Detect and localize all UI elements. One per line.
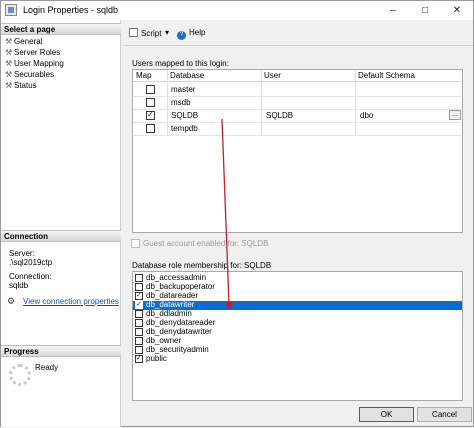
- map-checkbox[interactable]: [146, 110, 155, 120]
- column-default-schema[interactable]: Default Schema: [358, 71, 415, 80]
- server-label: Server:: [9, 249, 35, 258]
- role-membership-label: Database role membership for: SQLDB: [132, 261, 272, 270]
- connection-header: Connection: [1, 230, 121, 242]
- close-button[interactable]: ✕: [441, 1, 473, 20]
- help-icon: ?: [177, 31, 186, 40]
- column-database[interactable]: Database: [170, 71, 204, 80]
- progress-status: Ready: [35, 363, 59, 372]
- wrench-icon: ⚒: [5, 59, 13, 68]
- list-item[interactable]: db_denydatawriter: [133, 327, 462, 337]
- connection-value: sqldb: [9, 281, 29, 290]
- guest-account-checkbox: [131, 239, 140, 248]
- view-connection-properties-link[interactable]: View connection properties: [23, 297, 119, 306]
- database-cell: msdb: [171, 98, 191, 107]
- dialog-buttons: OK Cancel: [123, 399, 473, 427]
- script-button[interactable]: Script: [129, 28, 161, 38]
- page-user-mapping[interactable]: ⚒ User Mapping: [5, 59, 64, 70]
- connection-label: Connection:: [9, 272, 52, 281]
- role-checkbox[interactable]: [135, 274, 143, 282]
- select-page-header: Select a page: [1, 23, 121, 35]
- column-user[interactable]: User: [264, 71, 281, 80]
- list-item[interactable]: public: [133, 354, 462, 364]
- page-status[interactable]: ⚒ Status: [5, 81, 37, 92]
- database-cell: SQLDB: [171, 111, 199, 120]
- page-general[interactable]: ⚒ General: [5, 37, 42, 48]
- script-dropdown-icon[interactable]: ▾: [165, 28, 169, 37]
- role-membership-list: db_accessadmin db_backupoperator db_data…: [132, 271, 463, 401]
- window-title: Login Properties - sqldb: [23, 5, 119, 15]
- toolbar: Script ▾ ? Help: [123, 20, 473, 46]
- help-button[interactable]: ? Help: [177, 28, 205, 40]
- map-checkbox[interactable]: [146, 85, 155, 94]
- wrench-icon: ⚒: [5, 81, 13, 90]
- table-row[interactable]: master: [133, 83, 462, 96]
- column-map[interactable]: Map: [136, 71, 152, 80]
- wrench-icon: ⚒: [5, 48, 13, 57]
- title-bar: Login Properties - sqldb – □ ✕: [1, 1, 473, 20]
- grid-header: Map Database User Default Schema: [133, 70, 462, 82]
- cancel-button[interactable]: Cancel: [417, 407, 472, 422]
- login-properties-window: Login Properties - sqldb – □ ✕ Select a …: [0, 0, 474, 427]
- browse-schema-button[interactable]: ...: [449, 110, 461, 120]
- role-checkbox[interactable]: [135, 328, 143, 336]
- ok-button[interactable]: OK: [359, 407, 414, 422]
- table-row[interactable]: tempdb: [133, 122, 462, 135]
- list-item[interactable]: db_securityadmin: [133, 345, 462, 355]
- left-pane: Select a page ⚒ General ⚒ Server Roles ⚒ Us…: [1, 20, 121, 427]
- database-cell: tempdb: [171, 124, 198, 133]
- role-checkbox[interactable]: [135, 346, 143, 354]
- login-properties-icon: [5, 4, 17, 16]
- wrench-icon: ⚒: [5, 70, 13, 79]
- wrench-icon: ⚒: [5, 37, 13, 46]
- progress-header: Progress: [1, 345, 121, 357]
- role-checkbox[interactable]: [135, 291, 143, 301]
- map-checkbox[interactable]: [146, 98, 155, 107]
- default-schema-cell[interactable]: dbo: [360, 111, 373, 120]
- map-checkbox[interactable]: [146, 124, 155, 133]
- page-securables[interactable]: ⚒ Securables: [5, 70, 54, 81]
- role-checkbox[interactable]: [135, 337, 143, 345]
- table-row[interactable]: msdb: [133, 96, 462, 109]
- role-checkbox[interactable]: [135, 283, 143, 291]
- role-checkbox[interactable]: [135, 319, 143, 327]
- guest-account-label: Guest account enabled for: SQLDB: [143, 239, 269, 248]
- progress-spinner-icon: [9, 364, 31, 386]
- role-checkbox[interactable]: [135, 300, 143, 310]
- guest-account-option: Guest account enabled for: SQLDB: [131, 239, 268, 248]
- users-mapped-label: Users mapped to this login:: [132, 59, 229, 68]
- table-row[interactable]: SQLDB SQLDB dbo ...: [133, 109, 462, 122]
- role-checkbox[interactable]: [135, 354, 143, 364]
- users-mapped-grid: Map Database User Default Schema master …: [132, 69, 463, 233]
- database-cell: master: [171, 85, 196, 94]
- minimize-button[interactable]: –: [377, 1, 409, 20]
- server-value: .\sql2019ctp: [9, 258, 53, 267]
- role-checkbox[interactable]: [135, 310, 143, 318]
- connection-properties-icon: ⚙: [7, 296, 16, 306]
- script-icon: [129, 28, 138, 37]
- maximize-button[interactable]: □: [409, 1, 441, 20]
- page-server-roles[interactable]: ⚒ Server Roles: [5, 48, 60, 59]
- user-cell[interactable]: SQLDB: [266, 111, 293, 120]
